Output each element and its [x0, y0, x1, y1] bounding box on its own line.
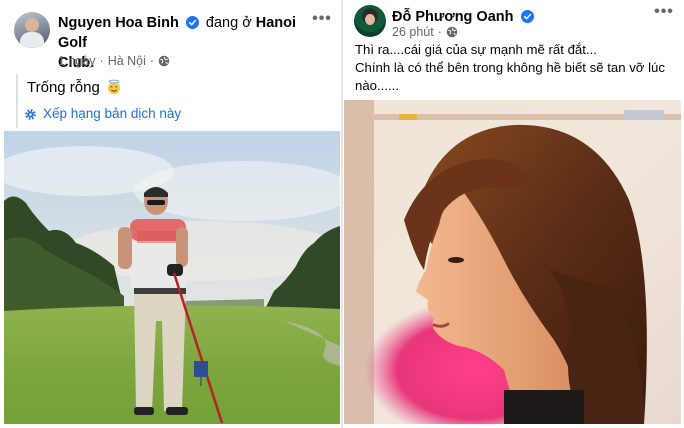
translate-gear-icon	[25, 108, 36, 120]
post-location[interactable]: Hà Nội	[108, 53, 146, 69]
post-time[interactable]: 26 phút	[392, 24, 434, 40]
post-time[interactable]: 1 ngày	[58, 53, 96, 69]
post-photo-golf[interactable]	[4, 131, 340, 424]
checkin-text: đang ở	[205, 15, 252, 31]
caption-line: Thì ra....cái giá của sự mạnh mẽ rất đắt…	[355, 42, 597, 57]
post-meta: 26 phút ·	[392, 24, 458, 40]
post-divider	[341, 0, 343, 428]
meta-separator: ·	[149, 54, 155, 68]
more-options-icon[interactable]: •••	[310, 11, 334, 28]
status-text: Trống rỗng	[27, 79, 100, 96]
meta-separator: ·	[99, 54, 104, 68]
post-caption: Thì ra....cái giá của sự mạnh mẽ rất đắt…	[355, 41, 665, 95]
status-line: Trống rỗng	[27, 77, 326, 99]
verified-badge-icon	[185, 16, 199, 29]
caption-line: nào......	[355, 78, 399, 93]
translate-label: Xếp hạng bản dịch này	[43, 106, 182, 121]
caption-line: Chính là có thể bên trong không hề biết …	[355, 60, 665, 75]
halo-smile-emoji	[108, 79, 120, 95]
author-name[interactable]: Nguyen Hoa Binh	[58, 15, 179, 31]
verified-badge-icon	[520, 10, 534, 23]
post-nguyen-hoa-binh: Nguyen Hoa Binh đang ở Hanoi Golf Club. …	[0, 0, 341, 428]
author-name[interactable]: Đỗ Phương Oanh	[392, 9, 514, 25]
more-options-icon[interactable]: •••	[652, 4, 676, 21]
globe-icon[interactable]	[446, 26, 458, 38]
avatar[interactable]	[14, 12, 50, 48]
status-block: Trống rỗng Xếp hạng bản dịch này	[16, 74, 326, 128]
golf-photo-image	[4, 131, 340, 424]
avatar[interactable]	[354, 5, 386, 37]
post-meta: 1 ngày · Hà Nội ·	[58, 53, 170, 69]
portrait-photo-image	[344, 100, 681, 424]
globe-icon[interactable]	[158, 55, 170, 67]
rate-translation-link[interactable]: Xếp hạng bản dịch này	[24, 105, 326, 123]
post-photo-portrait[interactable]	[344, 100, 681, 424]
meta-separator: ·	[437, 25, 442, 39]
